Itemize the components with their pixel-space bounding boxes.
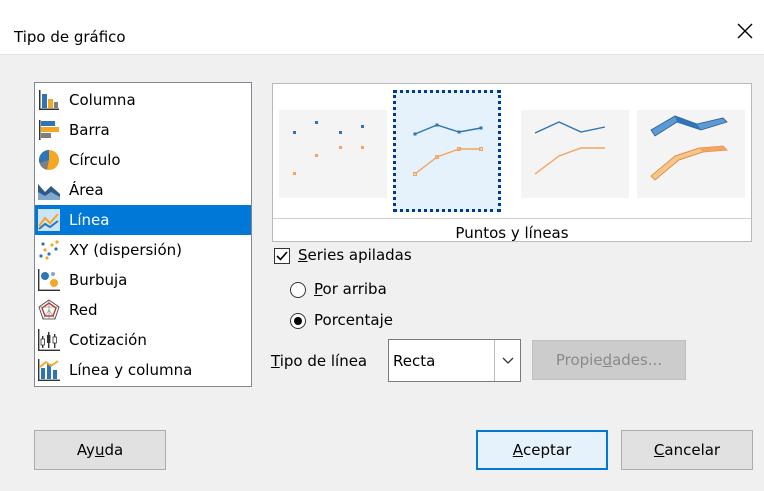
column-line-chart-icon <box>38 359 60 381</box>
line-type-select[interactable]: Recta <box>388 339 521 382</box>
area-chart-icon <box>38 184 60 200</box>
variant-3d-lines[interactable] <box>637 90 745 212</box>
chart-type-item-xy[interactable]: XY (dispersión) <box>35 235 251 265</box>
chart-type-label: Línea <box>69 211 110 229</box>
chart-type-label: Burbuja <box>69 271 128 289</box>
stacked-series-label[interactable]: Series apiladas <box>298 246 412 264</box>
on-top-mnemonic: P <box>314 280 323 298</box>
chart-type-item-column-line[interactable]: Línea y columna <box>35 355 251 385</box>
chart-type-label: Barra <box>69 121 110 139</box>
pie-chart-icon <box>39 150 59 170</box>
chart-variant-gallery[interactable]: Puntos y líneas <box>272 83 752 242</box>
properties-button[interactable]: Propie d ades... <box>532 340 686 380</box>
close-button[interactable] <box>732 18 758 44</box>
stacked-series-checkbox[interactable] <box>274 248 290 264</box>
chart-type-list[interactable]: Columna Barra Círculo Área Línea XY (dis… <box>34 82 252 387</box>
points-and-lines-icon <box>413 123 483 176</box>
variant-points-only[interactable] <box>279 90 387 212</box>
percent-radio[interactable] <box>290 313 306 329</box>
properties-text-a: Propie <box>555 351 603 369</box>
chart-type-label: Cotización <box>69 331 147 349</box>
line-chart-icon <box>38 209 60 231</box>
chart-type-label: Línea y columna <box>69 361 193 379</box>
dropdown-button[interactable] <box>494 340 520 381</box>
chart-type-item-column[interactable]: Columna <box>35 85 251 115</box>
ok-mnemonic: A <box>512 441 523 459</box>
chevron-down-icon <box>502 357 513 364</box>
bar-chart-icon <box>39 120 59 140</box>
chart-type-item-line[interactable]: Línea <box>35 205 251 235</box>
line-type-label: Tipo de línea <box>271 352 367 370</box>
help-text-a: Ay <box>76 441 95 459</box>
column-chart-icon <box>39 90 59 110</box>
bubble-chart-icon <box>38 269 60 291</box>
chart-type-label: XY (dispersión) <box>69 241 182 259</box>
points-only-icon <box>293 121 364 175</box>
chart-type-item-stock[interactable]: Cotización <box>35 325 251 355</box>
on-top-label[interactable]: Por arriba <box>314 280 387 298</box>
on-top-text: or arriba <box>322 280 387 298</box>
chart-type-label: Red <box>69 301 98 319</box>
dialog-title: Tipo de gráfico <box>14 28 126 46</box>
cancel-mnemonic: C <box>653 441 665 459</box>
checkmark-icon <box>276 251 288 261</box>
stock-chart-icon <box>38 329 60 351</box>
variant-caption: Puntos y líneas <box>273 218 751 242</box>
chart-type-item-area[interactable]: Área <box>35 175 251 205</box>
close-icon <box>737 23 753 39</box>
stacked-series-mnemonic: S <box>298 246 308 264</box>
help-text-b: da <box>104 441 124 459</box>
percent-label[interactable]: Porcentaje <box>314 311 393 329</box>
lines-only-icon <box>534 121 606 175</box>
ok-text: ceptar <box>523 441 572 459</box>
on-top-radio[interactable] <box>290 282 306 298</box>
chart-type-label: Columna <box>69 91 136 109</box>
cancel-button[interactable]: Cancelar <box>621 430 753 470</box>
dialog-titlebar: Tipo de gráfico <box>0 0 764 55</box>
line-type-value: Recta <box>393 352 436 370</box>
help-button[interactable]: Ay u da <box>34 430 166 470</box>
chart-type-item-bubble[interactable]: Burbuja <box>35 265 251 295</box>
scatter-chart-icon <box>39 240 59 260</box>
help-mnemonic: u <box>94 441 105 459</box>
variant-lines-only[interactable] <box>521 90 629 212</box>
line-type-text: ipo de línea <box>279 352 368 370</box>
net-chart-icon <box>38 299 60 320</box>
ok-button[interactable]: Aceptar <box>476 430 608 470</box>
properties-mnemonic: d <box>602 351 613 369</box>
chart-type-label: Área <box>69 181 104 199</box>
chart-type-item-net[interactable]: Red <box>35 295 251 325</box>
chart-type-item-bar[interactable]: Barra <box>35 115 251 145</box>
stacked-series-text: eries apiladas <box>307 246 412 264</box>
cancel-text: ancelar <box>664 441 721 459</box>
3d-lines-icon <box>650 115 728 181</box>
properties-text-b: ades... <box>612 351 663 369</box>
variant-points-and-lines[interactable] <box>393 90 501 212</box>
chart-type-label: Círculo <box>69 151 121 169</box>
chart-type-item-pie[interactable]: Círculo <box>35 145 251 175</box>
line-type-mnemonic: T <box>271 352 280 370</box>
